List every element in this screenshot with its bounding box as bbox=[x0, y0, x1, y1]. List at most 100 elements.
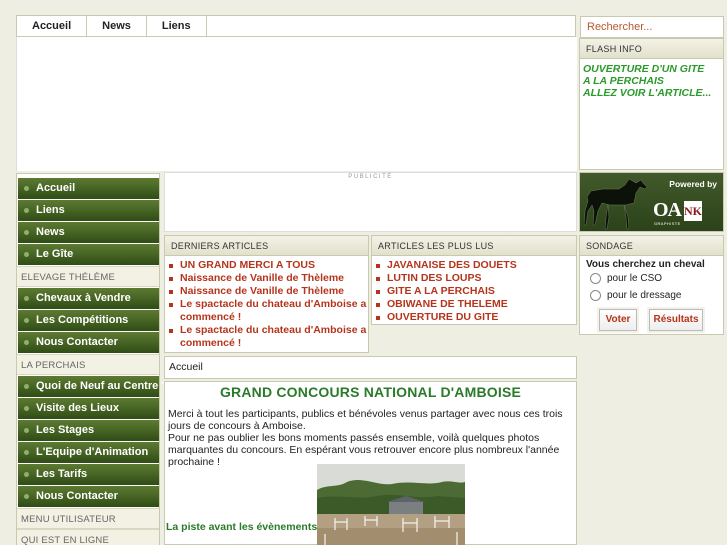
bullet-icon bbox=[24, 208, 29, 213]
poll-option-dressage[interactable]: pour le dressage bbox=[580, 287, 723, 304]
menu-item-accueil[interactable]: Accueil bbox=[18, 178, 159, 199]
menu-item-label: Accueil bbox=[36, 182, 76, 194]
latest-articles-box: DERNIERS ARTICLES UN GRAND MERCI A TOUS … bbox=[164, 235, 369, 353]
bullet-icon bbox=[376, 316, 380, 320]
powered-by-label: Powered by bbox=[669, 179, 717, 189]
article-link[interactable]: GITE A LA PERCHAIS bbox=[376, 285, 576, 298]
article-link-text[interactable]: UN GRAND MERCI A TOUS bbox=[180, 259, 315, 272]
bullet-icon bbox=[24, 428, 29, 433]
bullet-icon bbox=[376, 303, 380, 307]
menu-item-label: Nous Contacter bbox=[36, 490, 118, 502]
menu-item-label: L'Equipe d'Animation bbox=[36, 446, 149, 458]
article-link[interactable]: OBIWANE DE THELEME bbox=[376, 298, 576, 311]
menu-item-stages[interactable]: Les Stages bbox=[18, 420, 159, 441]
menu-item-label: Quoi de Neuf au Centre ? bbox=[36, 380, 169, 392]
menu-item-label: Chevaux à Vendre bbox=[36, 292, 131, 304]
menu-item-equipe[interactable]: L'Equipe d'Animation bbox=[18, 442, 159, 463]
menu-item-tarifs[interactable]: Les Tarifs bbox=[18, 464, 159, 485]
poll-option-cso[interactable]: pour le CSO bbox=[580, 270, 723, 287]
left-menu: Accueil Liens News Le Gîte ELEVAGE THÉLÈ… bbox=[16, 173, 168, 545]
bullet-icon bbox=[169, 277, 173, 281]
flash-info-text[interactable]: OUVERTURE D'UN GITE A LA PERCHAIS ALLEZ … bbox=[580, 59, 723, 103]
powered-by-banner[interactable]: Powered by OA GRAPHISTE NK bbox=[579, 172, 724, 232]
radio-button[interactable] bbox=[590, 290, 601, 301]
flash-line: A LA PERCHAIS bbox=[583, 75, 664, 87]
menu-item-label: Les Stages bbox=[36, 424, 95, 436]
most-read-box: ARTICLES LES PLUS LUS JAVANAISE DES DOUE… bbox=[371, 235, 577, 325]
menu-item-chevaux-a-vendre[interactable]: Chevaux à Vendre bbox=[18, 288, 159, 309]
bullet-icon bbox=[169, 264, 173, 268]
breadcrumb: Accueil bbox=[164, 356, 577, 379]
article-link-text[interactable]: OUVERTURE DU GITE bbox=[387, 311, 498, 324]
article-link[interactable]: LUTIN DES LOUPS bbox=[376, 272, 576, 285]
radio-button[interactable] bbox=[590, 273, 601, 284]
nav-tab-accueil[interactable]: Accueil bbox=[17, 16, 88, 36]
bullet-icon bbox=[24, 406, 29, 411]
article-link-text[interactable]: Le spactacle du chateau d'Amboise a comm… bbox=[180, 324, 368, 350]
most-read-title: ARTICLES LES PLUS LUS bbox=[372, 236, 576, 256]
bullet-icon bbox=[24, 384, 29, 389]
nav-tab-news[interactable]: News bbox=[87, 16, 147, 36]
search-input[interactable] bbox=[580, 16, 724, 38]
article-link-text[interactable]: Naissance de Vanille de Thèleme bbox=[180, 285, 344, 298]
header-banner bbox=[16, 37, 577, 171]
article-link-text[interactable]: OBIWANE DE THELEME bbox=[387, 298, 508, 311]
bullet-icon bbox=[376, 290, 380, 294]
poll-option-label: pour le dressage bbox=[607, 290, 682, 301]
article-link-text[interactable]: Naissance de Vanille de Thèleme bbox=[180, 272, 344, 285]
nk-logo: NK bbox=[684, 201, 702, 221]
menu-item-label: Le Gîte bbox=[36, 248, 74, 260]
article-link-text[interactable]: JAVANAISE DES DOUETS bbox=[387, 259, 517, 272]
article-link[interactable]: Le spactacle du chateau d'Amboise a comm… bbox=[169, 298, 368, 324]
bullet-icon bbox=[24, 252, 29, 257]
ad-banner: PUBLICITÉ bbox=[164, 172, 577, 232]
article-link[interactable]: Le spactacle du chateau d'Amboise a comm… bbox=[169, 324, 368, 350]
menu-item-liens[interactable]: Liens bbox=[18, 200, 159, 221]
poll-box: SONDAGE Vous cherchez un cheval pour le … bbox=[579, 235, 724, 335]
competition-photo[interactable] bbox=[317, 464, 465, 545]
results-button[interactable]: Résultats bbox=[649, 309, 703, 331]
article-link[interactable]: Naissance de Vanille de Thèleme bbox=[169, 285, 368, 298]
menu-item-competitions[interactable]: Les Compétitions bbox=[18, 310, 159, 331]
article-paragraph: Pour ne pas oublier les bons moments pas… bbox=[168, 432, 560, 468]
menu-section-utilisateur: MENU UTILISATEUR bbox=[17, 508, 159, 529]
article-link[interactable]: OUVERTURE DU GITE bbox=[376, 311, 576, 324]
flash-info-title: FLASH INFO bbox=[580, 39, 723, 59]
menu-item-quoi-de-neuf[interactable]: Quoi de Neuf au Centre ? bbox=[18, 376, 168, 397]
article-link[interactable]: UN GRAND MERCI A TOUS bbox=[169, 259, 368, 272]
oa-logo: OA bbox=[653, 199, 682, 221]
menu-item-contact-elevage[interactable]: Nous Contacter bbox=[18, 332, 159, 353]
bullet-icon bbox=[169, 290, 173, 294]
nav-tab-liens[interactable]: Liens bbox=[147, 16, 207, 36]
article-body: Merci à tout les participants, publics e… bbox=[165, 400, 576, 468]
bullet-icon bbox=[169, 329, 173, 333]
article-paragraph: Merci à tout les participants, publics e… bbox=[168, 408, 563, 432]
menu-item-visite[interactable]: Visite des Lieux bbox=[18, 398, 159, 419]
menu-item-label: Les Compétitions bbox=[36, 314, 129, 326]
menu-section-en-ligne: QUI EST EN LIGNE bbox=[17, 529, 159, 545]
bullet-icon bbox=[376, 277, 380, 281]
menu-item-label: Nous Contacter bbox=[36, 336, 118, 348]
poll-title: SONDAGE bbox=[580, 236, 723, 256]
bullet-icon bbox=[24, 494, 29, 499]
menu-section-elevage: ELEVAGE THÉLÈME bbox=[17, 266, 159, 287]
article-link[interactable]: JAVANAISE DES DOUETS bbox=[376, 259, 576, 272]
article-link-text[interactable]: Le spactacle du chateau d'Amboise a comm… bbox=[180, 298, 368, 324]
article-link[interactable]: Naissance de Vanille de Thèleme bbox=[169, 272, 368, 285]
menu-item-contact-perchais[interactable]: Nous Contacter bbox=[18, 486, 159, 507]
ad-label: PUBLICITÉ bbox=[348, 174, 393, 180]
poll-option-label: pour le CSO bbox=[607, 273, 663, 284]
bullet-icon bbox=[24, 296, 29, 301]
menu-item-news[interactable]: News bbox=[18, 222, 159, 243]
menu-item-label: Visite des Lieux bbox=[36, 402, 119, 414]
menu-item-le-gite[interactable]: Le Gîte bbox=[18, 244, 159, 265]
flash-line: ALLEZ VOIR L'ARTICLE... bbox=[583, 87, 712, 99]
top-navigation: Accueil News Liens bbox=[16, 15, 576, 37]
bullet-icon bbox=[24, 472, 29, 477]
article-link-text[interactable]: LUTIN DES LOUPS bbox=[387, 272, 482, 285]
bullet-icon bbox=[24, 340, 29, 345]
photo-caption: La piste avant les évènements bbox=[166, 521, 318, 533]
vote-button[interactable]: Voter bbox=[599, 309, 637, 331]
article-link-text[interactable]: GITE A LA PERCHAIS bbox=[387, 285, 495, 298]
menu-item-label: Les Tarifs bbox=[36, 468, 88, 480]
